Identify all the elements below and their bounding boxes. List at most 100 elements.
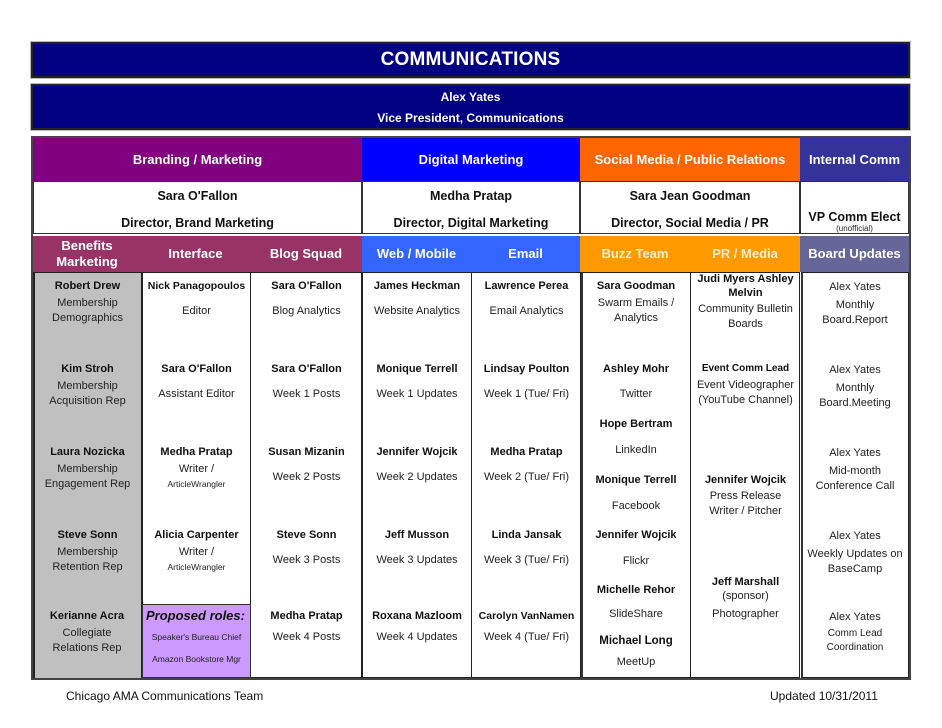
member-card: Hope Bertram LinkedIn	[581, 418, 691, 458]
director-name: Sara O'Fallon	[157, 189, 238, 203]
proposed-roles-box: Proposed roles: Speaker's Bureau Chief A…	[142, 604, 251, 678]
member-role: Swarm Emails / Analytics	[597, 297, 675, 324]
member-card: Alex Yates Mid-month Conference Call	[801, 446, 909, 494]
member-name: Lawrence Perea	[484, 280, 569, 292]
member-name: Sara O'Fallon	[271, 363, 342, 375]
member-card: Kim Stroh Membership Acquisition Rep	[33, 363, 142, 409]
member-card: Monique Terrell Week 1 Updates	[362, 363, 472, 402]
member-card: Carolyn VanNamen Week 4 (Tue/ Fri)	[472, 610, 581, 645]
member-role: Twitter	[619, 388, 653, 400]
team-label: Blog Squad	[269, 246, 343, 261]
member-role: Week 2 Updates	[376, 471, 458, 483]
member-role: Week 1 (Tue/ Fri)	[484, 388, 569, 400]
member-role: Membership Demographics	[52, 297, 123, 324]
team-header-pr: PR / Media	[690, 236, 800, 272]
member-role: Assistant Editor	[158, 388, 235, 400]
member-name: Hope Bertram	[599, 418, 673, 430]
member-role: Event Videographer (YouTube Channel)	[696, 379, 795, 406]
member-card: Roxana Mazloom Week 4 Updates	[362, 610, 472, 645]
member-role: Flickr	[622, 555, 650, 567]
member-name: Alex Yates	[829, 364, 881, 376]
team-label: Board Updates	[808, 246, 901, 261]
member-card: Medha Pratap Week 4 Posts	[251, 610, 362, 645]
member-name: James Heckman	[373, 280, 461, 292]
team-label: PR / Media	[712, 246, 778, 261]
member-name: Sara O'Fallon	[271, 280, 342, 292]
member-card: Medha Pratap Week 2 (Tue/ Fri)	[472, 446, 581, 485]
dept-social: Social Media / Public Relations	[580, 138, 800, 181]
member-card: Event Comm Lead Event Videographer (YouT…	[690, 363, 801, 408]
member-role: Membership Acquisition Rep	[49, 380, 126, 407]
member-card: Jeff Musson Week 3 Updates	[362, 529, 472, 568]
team-label: Email	[508, 246, 543, 261]
member-role: Week 1 Updates	[376, 388, 458, 400]
member-role: Week 1 Posts	[272, 388, 341, 400]
director-note: (unofficial)	[836, 224, 873, 233]
member-card: Steve Sonn Week 3 Posts	[251, 529, 362, 568]
member-name: Susan Mizanin	[268, 446, 345, 458]
member-card: Sara Goodman Swarm Emails / Analytics	[581, 280, 691, 326]
dept-digital: Digital Marketing	[362, 138, 580, 181]
member-role: Week 2 Posts	[272, 471, 341, 483]
team-header-web: Web / Mobile	[362, 236, 471, 272]
member-card: Monique Terrell Facebook	[581, 474, 691, 514]
member-role: Week 4 Posts	[272, 631, 341, 643]
member-card: James Heckman Website Analytics	[362, 280, 472, 319]
member-name: Carolyn VanNamen	[478, 610, 575, 622]
member-role: Photographer	[712, 608, 779, 620]
dept-internal-label: Internal Comm	[808, 152, 900, 167]
member-name: Nick Panagopoulos	[147, 280, 246, 292]
member-card: Sara O'Fallon Week 1 Posts	[251, 363, 362, 402]
footer-updated-date: Updated 10/31/2011	[770, 689, 878, 703]
member-name: Jennifer Wojcik	[704, 474, 787, 486]
member-name: Linda Jansak	[491, 529, 562, 541]
member-role: Weekly Updates on BaseCamp	[807, 548, 903, 575]
member-role: Email Analytics	[489, 305, 564, 317]
proposed-role: Speaker's Bureau Chief	[151, 632, 242, 642]
member-card: Jennifer Wojcik Flickr	[581, 529, 691, 569]
member-card: Jennifer Wojcik Press Release Writer / P…	[690, 474, 801, 519]
vp-bar: Alex Yates Vice President, Communication…	[31, 84, 910, 130]
director-title: Director, Digital Marketing	[393, 216, 549, 230]
director-title: VP Comm Elect	[808, 210, 901, 224]
member-card: Linda Jansak Week 3 (Tue/ Fri)	[472, 529, 581, 568]
member-role: Editor	[182, 305, 211, 317]
member-name: Steve Sonn	[276, 529, 337, 541]
member-name: Michael Long	[599, 635, 673, 647]
team-label: Interface	[168, 246, 223, 261]
member-role: Writer /	[178, 463, 215, 475]
member-role: Blog Analytics	[272, 305, 341, 317]
dept-internal: Internal Comm	[800, 138, 909, 181]
member-role-detail: ArticleWrangler	[167, 562, 226, 572]
member-card: Lindsay Poulton Week 1 (Tue/ Fri)	[472, 363, 581, 402]
member-card: Laura Nozicka Membership Engagement Rep	[33, 446, 142, 492]
member-name: Kim Stroh	[61, 363, 114, 375]
member-card: Kerianne Acra Collegiate Relations Rep	[30, 610, 144, 656]
member-role: MeetUp	[616, 656, 656, 668]
member-role: Week 2 (Tue/ Fri)	[484, 471, 569, 483]
member-role: Week 4 Updates	[376, 631, 458, 643]
director-digital: Medha Pratap Director, Digital Marketing	[362, 181, 580, 234]
member-card: Alex Yates Comm Lead Coordination	[801, 610, 909, 655]
member-name: Alex Yates	[829, 530, 881, 542]
member-name: Alex Yates	[829, 281, 881, 293]
proposed-role: Amazon Bookstore Mgr	[152, 654, 241, 664]
member-card: Medha Pratap Writer / ArticleWrangler	[142, 446, 251, 492]
member-card: Ashley Mohr Twitter	[581, 363, 691, 402]
director-name: Medha Pratap	[430, 189, 512, 203]
member-name: Jennifer Wojcik	[376, 446, 458, 458]
member-card: Jennifer Wojcik Week 2 Updates	[362, 446, 472, 485]
director-social: Sara Jean Goodman Director, Social Media…	[580, 181, 800, 234]
page-title: COMMUNICATIONS	[380, 49, 561, 70]
member-name: Kerianne Acra	[49, 610, 125, 622]
dept-social-label: Social Media / Public Relations	[594, 152, 786, 167]
team-header-buzz: Buzz Team	[580, 236, 690, 272]
member-card: Alex Yates Weekly Updates on BaseCamp	[801, 529, 909, 577]
member-name: Event Comm Lead	[701, 363, 790, 374]
team-header-blog: Blog Squad	[250, 236, 362, 272]
team-header-board: Board Updates	[800, 236, 909, 272]
proposed-roles-heading: Proposed roles:	[146, 608, 245, 623]
team-header-benefits: Benefits Marketing	[33, 236, 141, 272]
member-note: (sponsor)	[722, 590, 769, 602]
member-card: Sara O'Fallon Assistant Editor	[142, 363, 251, 402]
